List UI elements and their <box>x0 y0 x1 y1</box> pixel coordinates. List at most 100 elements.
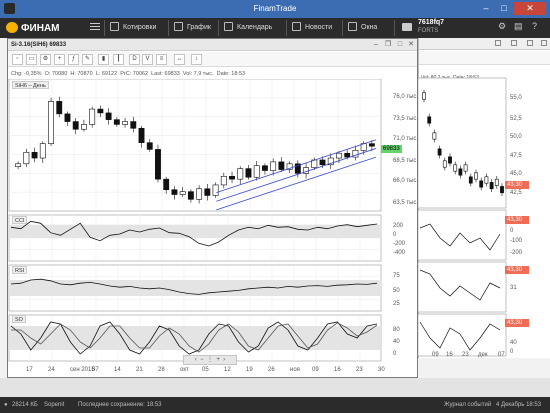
status-bar: ● 28214 КБ Sopenit Последнее сохранение:… <box>0 397 550 413</box>
info-date: Date: 18:53 <box>216 71 246 77</box>
cci-tick: -400 <box>393 250 406 256</box>
candle <box>155 149 161 180</box>
candle <box>97 108 104 114</box>
candle-icon[interactable]: ┃ <box>113 54 124 65</box>
toolbar-chart-label: График <box>187 24 211 31</box>
gear-icon[interactable]: ⚙ <box>40 54 51 65</box>
timeframe-v-button[interactable]: V <box>142 54 153 65</box>
candle <box>187 191 194 200</box>
back-price-tick: 52,5 <box>510 116 522 122</box>
x-tick: 16 <box>334 367 341 373</box>
menu-icon[interactable] <box>90 21 100 33</box>
toolbar-divider <box>218 20 219 36</box>
candle <box>212 184 219 196</box>
windows-icon <box>348 22 357 31</box>
maximize-icon[interactable]: □ <box>396 41 404 49</box>
help-icon[interactable]: ? <box>532 21 542 33</box>
window-tabs-strip <box>0 378 550 397</box>
back-cci-tick: 0 <box>510 228 514 234</box>
back-candle <box>484 176 489 184</box>
x-tick: сен 2015 <box>70 367 95 373</box>
so-tick: 80 <box>393 327 400 333</box>
minimize-icon[interactable]: – <box>372 41 380 49</box>
cci-pane-label[interactable]: CCI <box>12 216 28 224</box>
briefcase-icon[interactable] <box>402 23 412 31</box>
back-candle <box>442 160 447 168</box>
close-icon[interactable]: ✕ <box>407 41 415 49</box>
back-x-tick: 09 <box>432 352 439 358</box>
event-journal-link[interactable]: Журнал событий <box>444 397 491 413</box>
fit-height-icon[interactable]: ↕ <box>191 54 202 65</box>
close-button[interactable]: ✕ <box>514 2 546 15</box>
timeframe-d-button[interactable]: D <box>129 54 140 65</box>
toolbar-quotes[interactable]: Котировки <box>110 22 156 35</box>
back-x-tick: 23 <box>462 352 469 358</box>
memory-usage: 28214 КБ <box>12 402 38 408</box>
back-pane <box>418 313 507 357</box>
price-tick: 68,5 тыс. <box>393 158 419 164</box>
x-tick: 17 <box>26 367 33 373</box>
x-tick: 14 <box>114 367 121 373</box>
last-save: Последнее сохранение: 18:53 <box>78 402 162 408</box>
so-pane-label[interactable]: SO <box>12 315 26 323</box>
account-market: FORTS <box>418 28 439 34</box>
news-icon <box>292 22 301 31</box>
new-chart-icon[interactable]: ▫ <box>12 54 23 65</box>
back-so-tick: 40 <box>510 340 517 346</box>
toolbar-quotes-label: Котировки <box>123 24 157 31</box>
chart-plot-area[interactable] <box>8 79 417 377</box>
toolbar-divider <box>394 20 395 36</box>
toolbar-windows[interactable]: Окна <box>348 22 377 35</box>
toolbar-chart[interactable]: График <box>174 22 211 35</box>
back-price-tick: 55,0 <box>510 95 522 101</box>
notifications-icon[interactable]: ▤ <box>514 21 524 33</box>
candle <box>220 175 227 186</box>
candle <box>80 124 87 130</box>
toolbar-calendar[interactable]: Календарь <box>224 22 272 35</box>
price-tick: 76,0 тыс. <box>393 94 419 100</box>
candle <box>31 151 38 159</box>
chart-scroll-nav[interactable]: ‹ − ⋮ + › <box>183 355 237 365</box>
chart-type-icon[interactable]: ▮ <box>98 54 109 65</box>
settings-icon[interactable]: ⚙ <box>498 21 508 33</box>
minimize-button[interactable]: – <box>478 2 494 15</box>
rsi-band <box>9 280 381 296</box>
series-label[interactable]: SiH6 – День <box>12 81 49 89</box>
maximize-button[interactable]: □ <box>496 2 512 15</box>
zoom-in-icon[interactable]: + <box>54 54 65 65</box>
back-candle <box>468 176 473 184</box>
compare-icon[interactable]: ≡ <box>156 54 167 65</box>
indicator-icon[interactable]: ƒ <box>68 54 79 65</box>
chart-window[interactable]: Si-3.16(SiH6) 69833 – ❐ □ ✕ ▫ ▭ ⚙ + ƒ ✎ … <box>7 38 418 378</box>
toolbar-news[interactable]: Новости <box>292 22 332 35</box>
cci-tick: -200 <box>393 241 406 247</box>
toolbar-divider <box>286 20 287 36</box>
back-candle <box>458 168 463 176</box>
cci-tick: 200 <box>393 223 404 229</box>
candle <box>64 113 71 122</box>
restore-icon[interactable]: ❐ <box>384 41 392 49</box>
x-tick: 26 <box>268 367 275 373</box>
back-chart-plot[interactable] <box>418 38 550 368</box>
candle <box>138 127 145 143</box>
rsi-pane-label[interactable]: RSI <box>12 266 28 274</box>
candle <box>72 121 79 130</box>
x-tick: 21 <box>136 367 143 373</box>
back-so-tag: 43,30 <box>505 319 529 327</box>
x-tick: 09 <box>312 367 319 373</box>
draw-icon[interactable]: ✎ <box>82 54 93 65</box>
back-cci-tag: 43,30 <box>505 216 529 224</box>
candle <box>237 168 244 180</box>
template-icon[interactable]: ▭ <box>26 54 37 65</box>
x-tick: 07 <box>92 367 99 373</box>
back-candle <box>432 132 437 140</box>
candle <box>336 152 342 159</box>
price-tick: 73,5 тыс. <box>393 116 419 122</box>
logo-icon <box>6 22 18 33</box>
back-x-tick: 16 <box>446 352 453 358</box>
fit-width-icon[interactable]: ↔ <box>174 54 185 65</box>
account-selector[interactable]: 7618fq7 FORTS <box>418 19 444 37</box>
price-pane <box>8 79 382 212</box>
so-tick: 40 <box>393 339 400 345</box>
info-last: Last: 69833 <box>151 71 180 77</box>
